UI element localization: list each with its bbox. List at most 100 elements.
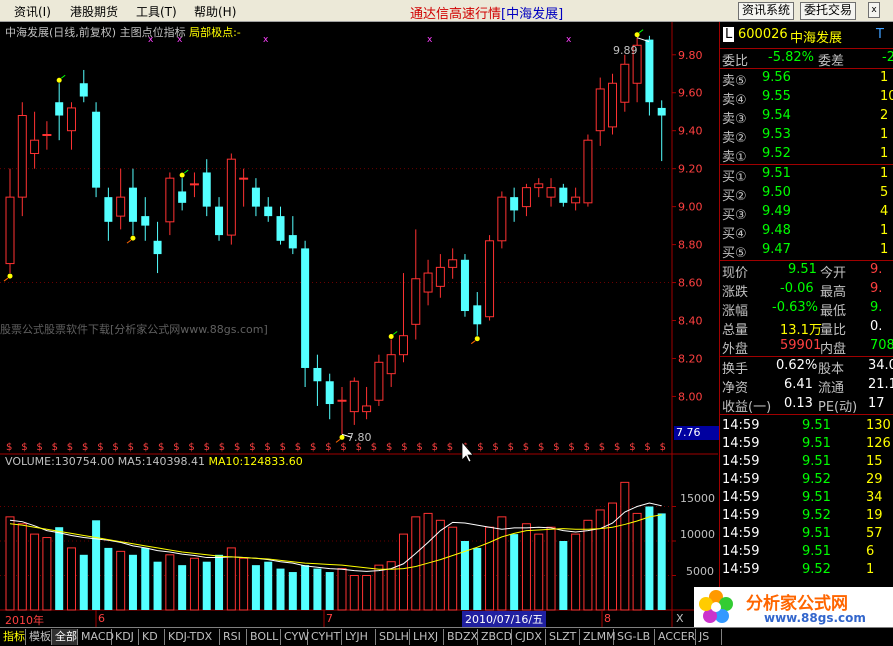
info-mine-icon: $ — [644, 442, 650, 453]
candle-body — [497, 196, 507, 242]
volume-bar — [66, 547, 76, 611]
trade-button[interactable]: 委托交易 — [800, 2, 857, 20]
local-low-marker — [339, 434, 345, 440]
quote-panel: L 600026 中海发展 T 委比 -5.82% 委差 -2 卖⑤ 9.56 1 卖④ 9.55 10 卖… — [719, 22, 893, 627]
order-label: 卖① — [722, 150, 747, 165]
candle-body — [510, 197, 519, 211]
volume-bar — [178, 565, 187, 610]
tab-lhxj[interactable]: LHXJ — [410, 629, 444, 645]
tab-rsi[interactable]: RSI — [220, 629, 247, 645]
tab-kd[interactable]: KD — [139, 629, 165, 645]
chart-area[interactable]: 9.80 9.60 9.40 9.20 9.00 8.80 8.60 8.40 8.20 8.00… — [0, 22, 720, 627]
tick-price: 9.51 — [802, 544, 831, 559]
candle-body — [153, 240, 162, 255]
info-mine-icon: $ — [538, 442, 544, 453]
candle-body — [325, 381, 334, 405]
tab-bdzx[interactable]: BDZX — [444, 629, 478, 645]
candle-body — [251, 187, 260, 207]
tick-volume: 29 — [866, 472, 883, 487]
tab-cyw[interactable]: CYW — [281, 629, 309, 645]
tab-kdj-tdx[interactable]: KDJ-TDX — [165, 629, 220, 645]
info-mine-icon: $ — [401, 442, 407, 453]
tab-sg-lb[interactable]: SG-LB — [614, 629, 655, 645]
tab-kdj[interactable]: KDJ — [112, 629, 139, 645]
candle-body — [92, 111, 101, 188]
info-mine-icon: $ — [67, 442, 73, 453]
quote-stat-row: 涨跌 -0.06 最高 9. — [720, 280, 893, 300]
tab-全部[interactable]: 全部 — [52, 629, 78, 645]
fund-label: 收益(一) — [722, 400, 772, 415]
order-price: 9.54 — [762, 108, 791, 123]
order-price: 9.53 — [762, 127, 791, 142]
candle-body — [313, 367, 322, 382]
volume-bar — [251, 565, 260, 610]
stat-label: 量比 — [820, 323, 847, 338]
tab-sdlh[interactable]: SDLH — [376, 629, 410, 645]
candle-body — [288, 235, 297, 249]
tick-row: 14:59 9.51 15 — [720, 453, 893, 472]
info-mine-icon: $ — [371, 442, 377, 453]
volume-bar — [165, 554, 175, 611]
candle-body — [411, 278, 421, 325]
weibi-row: 委比 -5.82% 委差 -2 — [720, 49, 893, 69]
tab-boll[interactable]: BOLL — [247, 629, 281, 645]
tab-macd[interactable]: MACD — [78, 629, 114, 645]
volume-bar — [276, 568, 285, 610]
sell-order-row: 卖② 9.53 1 — [720, 126, 893, 146]
menu-tools[interactable]: 工具(T) — [136, 3, 177, 20]
x-button[interactable]: X — [676, 612, 684, 625]
volume-bar — [288, 572, 297, 610]
app-title-stock: [中海发展] — [501, 7, 564, 22]
window-close-icon[interactable]: x — [868, 2, 880, 18]
tab-accer[interactable]: ACCER — [655, 629, 696, 645]
fund-value: 0.13 — [784, 396, 813, 411]
candle-body — [521, 187, 531, 208]
tab-lyjh[interactable]: LYJH — [342, 629, 376, 645]
price-tick-label: 8.20 — [678, 352, 703, 365]
menu-hk-futures[interactable]: 港股期货 — [70, 3, 118, 20]
info-mine-icon: $ — [447, 442, 453, 453]
info-mine-icon: $ — [158, 442, 164, 453]
info-mine-icon: $ — [614, 442, 620, 453]
current-price-box: 7.76 — [674, 426, 720, 440]
chart-stock-name: 中海发展(日线,前复权) — [5, 26, 117, 39]
info-system-button[interactable]: 资讯系统 — [738, 2, 795, 20]
fund-label: PE(动) — [818, 400, 858, 415]
tick-volume: 57 — [866, 526, 883, 541]
volume-bar — [398, 533, 408, 611]
volume-bar — [448, 526, 458, 611]
quote-stat-row: 涨幅 -0.63% 最低 9. — [720, 299, 893, 319]
event-marker-icon: x — [263, 35, 269, 45]
panel-separator — [720, 414, 893, 415]
info-mine-icon: $ — [477, 442, 483, 453]
menu-help[interactable]: 帮助(H) — [194, 3, 236, 20]
tab-cjdx[interactable]: CJDX — [512, 629, 546, 645]
vol-tick-10000: 10000 — [680, 528, 715, 541]
stat-label: 现价 — [722, 266, 749, 281]
volume-bar — [473, 547, 482, 610]
stat-value: 9. — [870, 281, 883, 296]
tab-zbcd[interactable]: ZBCD — [478, 629, 512, 645]
volume-bar — [521, 523, 531, 611]
order-price: 9.49 — [762, 204, 791, 219]
tab-slzt[interactable]: SLZT — [546, 629, 580, 645]
candle-body — [337, 399, 347, 402]
tab-js[interactable]: JS — [696, 629, 722, 645]
info-mine-icon: $ — [492, 442, 498, 453]
tick-time: 14:59 — [722, 418, 760, 433]
candle-body — [374, 361, 384, 401]
tab-指标[interactable]: 指标 — [0, 629, 26, 645]
menu-info[interactable]: 资讯(I) — [14, 3, 51, 20]
candle-body — [42, 134, 52, 136]
low-price-label: 7.80 — [347, 431, 372, 444]
info-mine-icon: $ — [264, 442, 270, 453]
tick-row: 14:59 9.51 34 — [720, 489, 893, 508]
event-marker-icon: x — [566, 35, 572, 45]
tab-zlmm[interactable]: ZLMM — [580, 629, 616, 645]
sell-order-row: 卖④ 9.55 10 — [720, 88, 893, 108]
tab-模板[interactable]: 模板 — [26, 629, 52, 645]
volume-bar — [411, 516, 421, 611]
info-mine-icon: $ — [219, 442, 225, 453]
tab-cyht[interactable]: CYHT — [308, 629, 342, 645]
order-label: 卖③ — [722, 112, 747, 127]
